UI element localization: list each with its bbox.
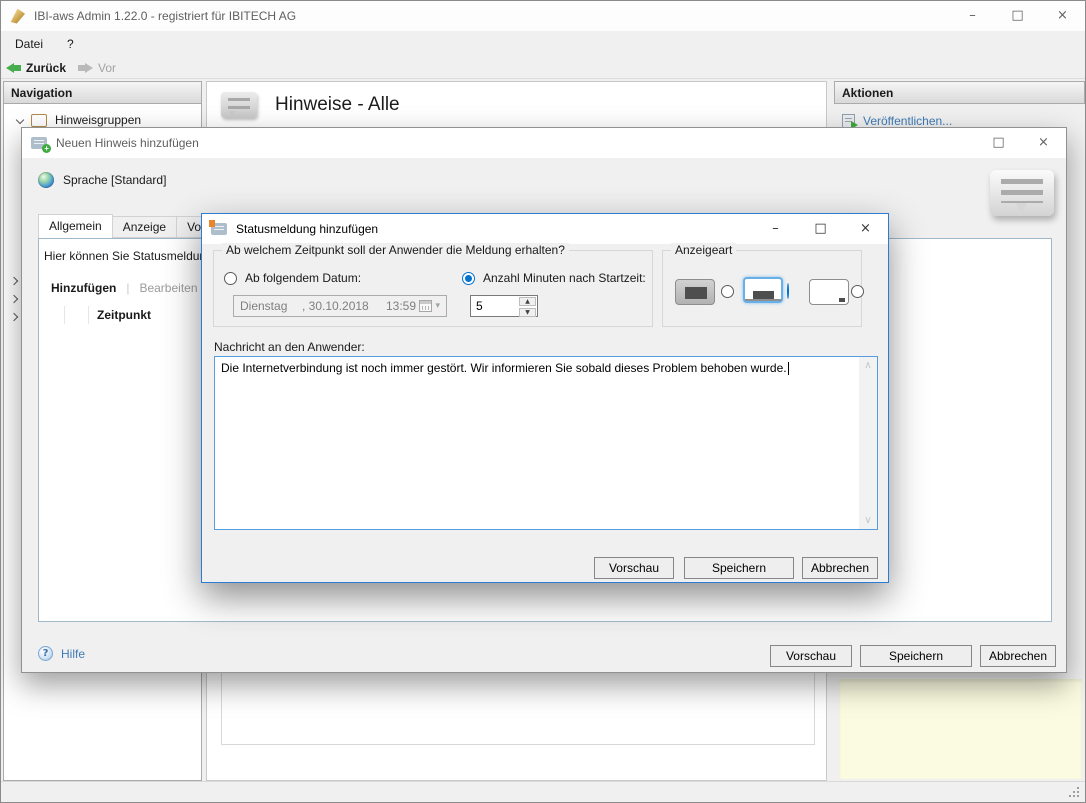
- big-bubble-icon: [990, 170, 1054, 216]
- tab-anzeige[interactable]: Anzeige: [113, 216, 177, 238]
- dialog-statusmeldung: Statusmeldung hinzufügen – □ × Ab welche…: [201, 213, 889, 583]
- dropdown-arrow-icon[interactable]: ▾: [435, 301, 440, 311]
- dialog1-title: Neuen Hinweis hinzufügen: [56, 136, 199, 150]
- dialog2-caption-buttons: – □ ×: [753, 214, 888, 244]
- collapsed-tree-expanders: [11, 278, 17, 320]
- menu-help[interactable]: ?: [67, 37, 74, 51]
- time-group-legend: Ab welchem Zeitpunkt soll der Anwender d…: [222, 243, 569, 257]
- chevron-down-icon[interactable]: [16, 116, 24, 124]
- publish-link[interactable]: Veröffentlichen...: [842, 114, 1085, 128]
- add-button[interactable]: Hinzufügen: [51, 281, 116, 295]
- toolbar-separator: |: [126, 281, 129, 295]
- chevron-right-icon[interactable]: [10, 277, 18, 285]
- display-group-legend: Anzeigeart: [671, 243, 736, 257]
- menu-datei[interactable]: Datei: [15, 37, 43, 51]
- date-picker[interactable]: Dienstag , 30.10.2018 13:59 ▾: [233, 295, 447, 317]
- minutes-value[interactable]: 5: [471, 296, 518, 316]
- dialog1-titlebar: + Neuen Hinweis hinzufügen □ ×: [22, 128, 1066, 158]
- save-button[interactable]: Speichern: [684, 557, 794, 579]
- maximize-button[interactable]: □: [995, 1, 1040, 30]
- hinweise-bubble-icon: [221, 92, 257, 118]
- panel-intro-text: Hier können Sie Statusmeldun: [44, 249, 206, 263]
- minutes-spinner[interactable]: 5 ▲ ▼: [470, 295, 538, 317]
- spin-down-button[interactable]: ▼: [519, 308, 536, 317]
- tree-item-hinweisgruppen[interactable]: Hinweisgruppen: [4, 113, 201, 127]
- app-window: IBI-aws Admin 1.22.0 - registriert für I…: [0, 0, 1086, 803]
- display-banner-icon[interactable]: [743, 277, 783, 303]
- page-title: Hinweise - Alle: [275, 94, 400, 116]
- globe-icon: [38, 172, 54, 188]
- tab-allgemein[interactable]: Allgemein: [38, 214, 113, 238]
- display-popup-icon[interactable]: [809, 279, 849, 305]
- actions-body: Veröffentlichen...: [834, 104, 1085, 128]
- column-empty-2: [65, 306, 89, 324]
- close-button[interactable]: ×: [1040, 1, 1085, 30]
- main-titlebar: IBI-aws Admin 1.22.0 - registriert für I…: [1, 1, 1085, 31]
- chevron-right-icon[interactable]: [10, 295, 18, 303]
- display-option3-radio[interactable]: [851, 285, 864, 298]
- list-toolbar: Hinzufügen | Bearbeiten: [51, 281, 198, 295]
- menubar: Datei ?: [1, 31, 1085, 57]
- maximize-button[interactable]: □: [798, 214, 843, 243]
- calendar-icon: [419, 300, 432, 312]
- message-label: Nachricht an den Anwender:: [214, 340, 365, 354]
- window-title: IBI-aws Admin 1.22.0 - registriert für I…: [34, 9, 296, 23]
- close-button[interactable]: ×: [1021, 128, 1066, 157]
- hinweise-list-area: [221, 672, 815, 745]
- minutes-radio-option[interactable]: Anzahl Minuten nach Startzeit:: [462, 271, 646, 285]
- textarea-scrollbar[interactable]: ∧ ∨: [859, 357, 877, 529]
- column-empty-1: [51, 306, 65, 324]
- toolbar: Zurück Vor: [1, 57, 1085, 79]
- help-icon: ?: [38, 646, 53, 661]
- status-bar: [1, 781, 1085, 802]
- radio-unchecked-icon[interactable]: [224, 272, 237, 285]
- forward-arrow-icon: [78, 63, 93, 73]
- publish-icon: [842, 114, 855, 128]
- actions-header: Aktionen: [834, 81, 1085, 104]
- spin-up-button[interactable]: ▲: [519, 297, 536, 306]
- preview-button[interactable]: Vorschau: [770, 645, 852, 667]
- message-textarea[interactable]: Die Internetverbindung ist noch immer ge…: [214, 356, 878, 530]
- minimize-button[interactable]: –: [950, 1, 995, 30]
- dialog1-caption-buttons: □ ×: [976, 128, 1066, 158]
- maximize-button[interactable]: □: [976, 128, 1021, 157]
- message-text: Die Internetverbindung ist noch immer ge…: [221, 361, 787, 375]
- back-arrow-icon: [6, 63, 21, 73]
- radio-checked-icon[interactable]: [462, 272, 475, 285]
- cancel-button[interactable]: Abbrechen: [802, 557, 878, 579]
- date-radio-option[interactable]: Ab folgendem Datum:: [224, 271, 361, 285]
- column-header-row: Zeitpunkt: [51, 303, 151, 327]
- content-header: Hinweise - Alle: [207, 82, 826, 124]
- note-add-icon: +: [31, 137, 47, 149]
- main-caption-buttons: – □ ×: [950, 1, 1085, 30]
- forward-button[interactable]: Vor: [78, 61, 116, 75]
- save-button[interactable]: Speichern: [860, 645, 972, 667]
- chevron-right-icon[interactable]: [10, 313, 18, 321]
- close-button[interactable]: ×: [843, 214, 888, 243]
- cancel-button[interactable]: Abbrechen: [980, 645, 1056, 667]
- column-zeitpunkt[interactable]: Zeitpunkt: [89, 308, 151, 322]
- display-type-group: Anzeigeart: [662, 250, 862, 327]
- info-note-pane: [839, 679, 1082, 779]
- language-selector[interactable]: Sprache [Standard]: [38, 172, 166, 188]
- display-option1-radio[interactable]: [721, 285, 734, 298]
- scroll-up-icon[interactable]: ∧: [864, 360, 871, 371]
- hinweisgruppen-icon: [31, 114, 47, 127]
- edit-button[interactable]: Bearbeiten: [139, 281, 197, 295]
- display-option2-radio[interactable]: [787, 283, 789, 299]
- app-icon: [10, 9, 25, 24]
- dialog2-titlebar: Statusmeldung hinzufügen – □ ×: [202, 214, 888, 244]
- display-fullscreen-icon[interactable]: [675, 279, 715, 305]
- scroll-down-icon[interactable]: ∨: [864, 515, 871, 526]
- minimize-button[interactable]: –: [753, 214, 798, 243]
- preview-button[interactable]: Vorschau: [594, 557, 674, 579]
- navigation-header: Navigation: [3, 81, 202, 104]
- help-link[interactable]: ? Hilfe: [38, 646, 85, 661]
- resize-grip[interactable]: [1068, 786, 1079, 797]
- time-group: Ab welchem Zeitpunkt soll der Anwender d…: [213, 250, 653, 327]
- statusmeldung-icon: [211, 223, 227, 235]
- back-button[interactable]: Zurück: [6, 61, 66, 75]
- text-caret: [788, 362, 789, 375]
- dialog2-title: Statusmeldung hinzufügen: [236, 222, 378, 236]
